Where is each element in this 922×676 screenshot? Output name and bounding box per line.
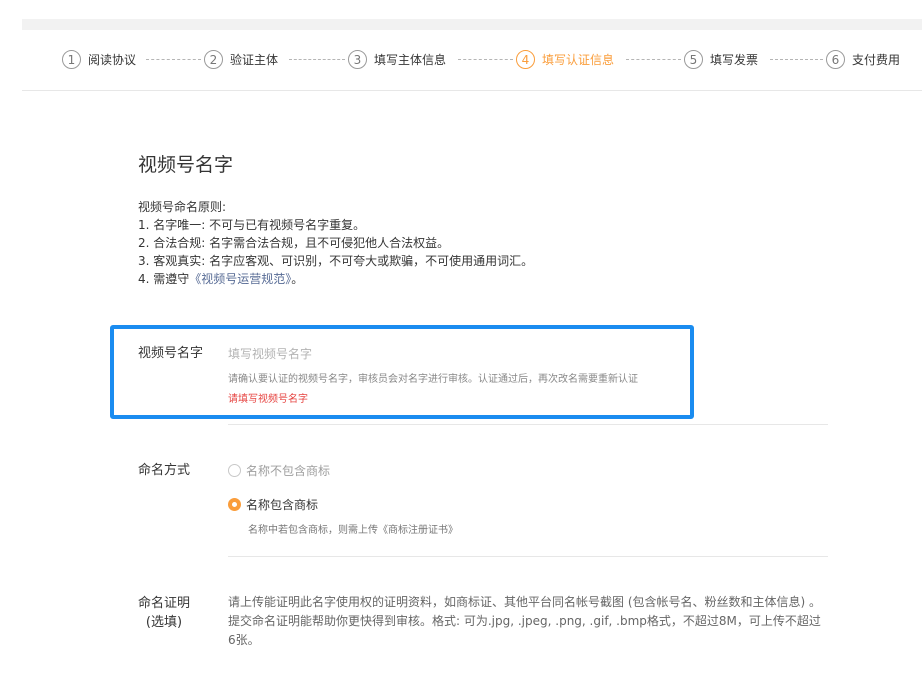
radio-checked-icon [228, 498, 241, 511]
rule-item: 2. 合法合规: 名字需合法合规，且不可侵犯他人合法权益。 [138, 236, 450, 250]
step-5: 5 填写发票 [684, 50, 758, 69]
step-label: 填写主体信息 [374, 53, 447, 67]
step-label: 阅读协议 [88, 53, 137, 67]
step-1: 1 阅读协议 [62, 50, 136, 69]
proof-label-line: 命名证明 [138, 596, 191, 611]
progress-steps: 1 阅读协议 2 验证主体 3 填写主体信息 4 填写认证信息 5 填写发票 6… [22, 30, 922, 91]
rule-item: 1. 名字唯一: 不可与已有视频号名字重复。 [138, 218, 366, 232]
step-4-active: 4 填写认证信息 [516, 50, 614, 69]
step-number: 3 [348, 50, 367, 69]
step-number: 6 [826, 50, 845, 69]
name-field-hint: 请确认要认证的视频号名字，审核员会对名字进行审核。认证通过后，再次改名需要重新认… [228, 374, 638, 385]
rule-item: 3. 客观真实: 名字应客观、可识别，不可夸大或欺骗，不可使用通用词汇。 [138, 254, 534, 268]
step-2: 2 验证主体 [204, 50, 278, 69]
naming-proof-description: 请上传能证明此名字使用权的证明资料，如商标证、其他平台同名帐号截图 (包含帐号名… [228, 595, 821, 647]
divider [228, 556, 828, 557]
step-3: 3 填写主体信息 [348, 50, 446, 69]
step-label: 填写认证信息 [542, 53, 615, 67]
trademark-note: 名称中若包含商标，则需上传《商标注册证书》 [248, 525, 458, 536]
step-connector [146, 59, 201, 60]
rules-heading: 视频号命名原则: [138, 200, 227, 214]
step-connector [626, 59, 681, 60]
radio-label: 名称包含商标 [246, 498, 319, 512]
step-6: 6 支付费用 [826, 50, 900, 69]
radio-unchecked-icon [228, 464, 241, 477]
step-label: 支付费用 [852, 53, 901, 67]
radio-label: 名称不包含商标 [246, 464, 331, 478]
step-number: 5 [684, 50, 703, 69]
top-bar [22, 19, 922, 30]
step-number: 4 [516, 50, 535, 69]
radio-with-trademark[interactable]: 名称包含商标 [228, 496, 318, 513]
radio-no-trademark[interactable]: 名称不包含商标 [228, 462, 330, 479]
divider [228, 424, 828, 425]
operation-guidelines-link[interactable]: 《视频号运营规范》 [189, 272, 291, 286]
step-connector [289, 59, 345, 60]
step-connector [458, 59, 513, 60]
name-field-error: 请填写视频号名字 [228, 394, 308, 405]
step-number: 1 [62, 50, 81, 69]
naming-rules: 视频号命名原则: 1. 名字唯一: 不可与已有视频号名字重复。 2. 合法合规:… [138, 198, 533, 288]
rule-text: 4. 需遵守 [138, 272, 190, 286]
step-connector [770, 59, 823, 60]
rule-text: 。 [291, 272, 304, 286]
step-number: 2 [204, 50, 223, 69]
naming-method-label: 命名方式 [138, 463, 191, 478]
page-title: 视频号名字 [138, 154, 234, 176]
step-label: 验证主体 [230, 53, 279, 67]
step-label: 填写发票 [710, 53, 759, 67]
proof-label-optional: (选填) [145, 615, 183, 630]
name-field-label: 视频号名字 [138, 346, 204, 361]
channel-name-input[interactable] [228, 345, 648, 363]
naming-proof-label: 命名证明 (选填) [138, 594, 190, 632]
rule-item: 4. 需遵守《视频号运营规范》。 [138, 270, 533, 288]
